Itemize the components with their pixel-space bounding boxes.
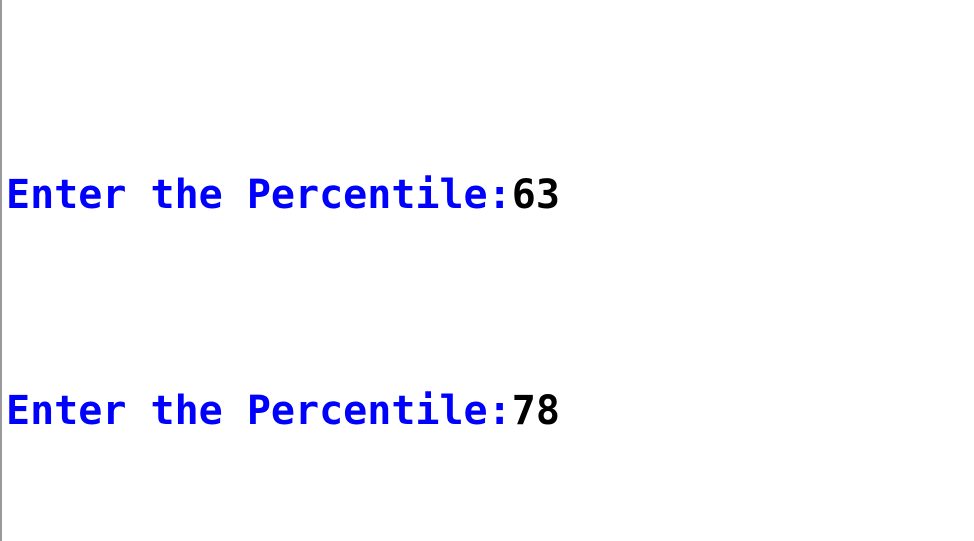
prompt-label: Enter the Percentile: [6,172,512,218]
user-input-value: 63 [511,172,560,218]
left-gutter-border [0,0,2,541]
user-input-value: 78 [511,388,560,434]
prompt-line: Enter the Percentile:78 [6,384,974,438]
prompt-line: Enter the Percentile:63 [6,168,974,222]
prompt-label: Enter the Percentile: [6,388,512,434]
console-screen: Enter the Percentile:63 Enter the Percen… [0,0,974,541]
console-output-area[interactable]: Enter the Percentile:63 Enter the Percen… [6,0,974,541]
